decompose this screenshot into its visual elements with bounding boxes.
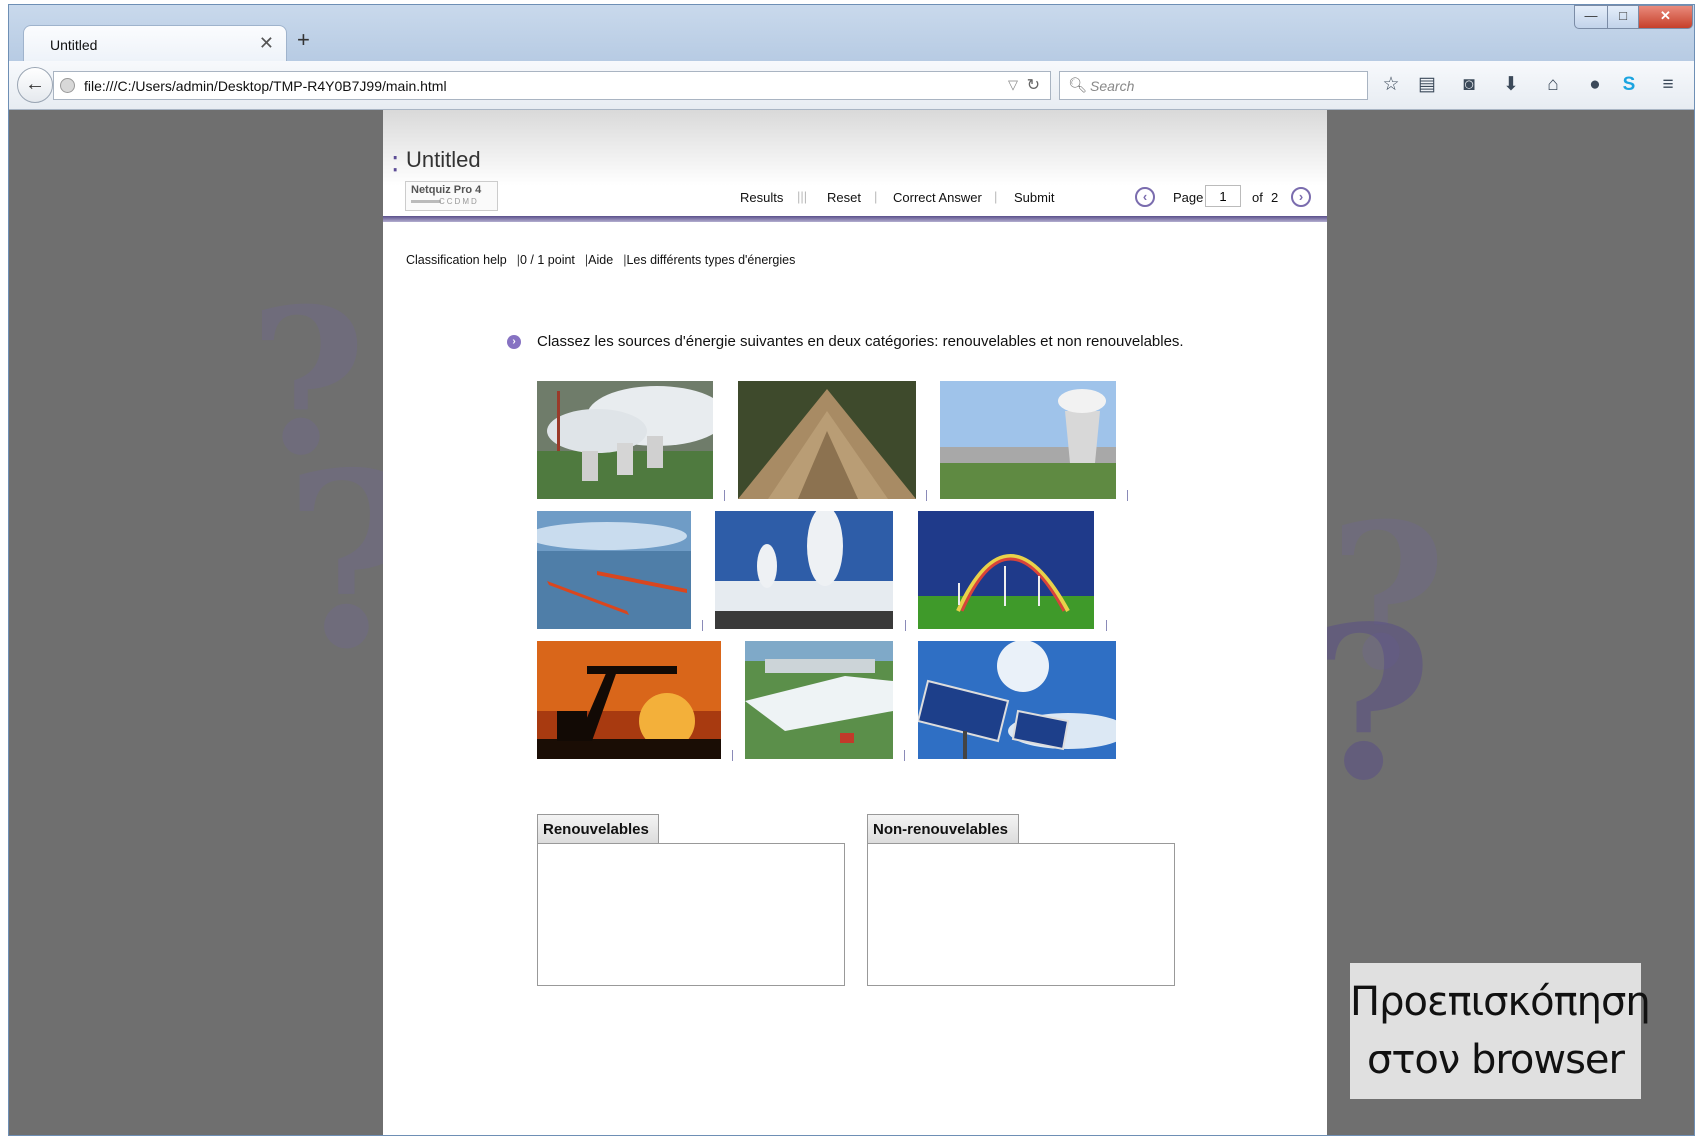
menu-icon[interactable]: ≡ [1654, 72, 1682, 98]
aide-link[interactable]: Aide [588, 253, 613, 267]
search-input[interactable]: 🔍︎ Search [1059, 71, 1368, 100]
chat-icon[interactable]: ● [1581, 72, 1609, 98]
drop-marker [702, 620, 703, 631]
quiz-title: Untitled [406, 147, 481, 172]
maximize-button[interactable]: □ [1607, 5, 1639, 29]
page-number-input[interactable] [1205, 185, 1241, 207]
header-divider [383, 216, 1327, 222]
download-icon[interactable]: ⬇ [1497, 72, 1525, 98]
drop-marker [732, 750, 733, 761]
drop-marker [724, 490, 725, 501]
new-tab-icon[interactable]: + [297, 27, 310, 53]
energy-types-link[interactable]: Les différents types d'énergies [626, 253, 795, 267]
caption-line-1: Προεπισκόπηση [1350, 979, 1651, 1025]
pocket-icon[interactable]: ◙ [1455, 72, 1483, 98]
url-text[interactable]: file:///C:/Users/admin/Desktop/TMP-R4Y0B… [84, 78, 447, 94]
image-oil-pump[interactable] [537, 641, 721, 759]
netquiz-logo: Netquiz Pro 4 CCDMD [405, 181, 498, 211]
image-solar-panels[interactable] [918, 641, 1116, 759]
info-bar: Classification help |0 / 1 point |Aide |Les… [406, 253, 795, 267]
image-coal-power-plant[interactable] [537, 381, 713, 499]
caption-line-2: στον browser [1366, 1037, 1625, 1083]
image-geothermal[interactable] [715, 511, 893, 629]
score-text: 0 / 1 point [520, 253, 575, 267]
drop-marker [926, 490, 927, 501]
close-window-button[interactable]: ✕ [1638, 5, 1693, 29]
next-page-icon[interactable]: › [1291, 187, 1311, 207]
reset-link[interactable]: Reset [827, 190, 861, 205]
classification-help-link[interactable]: Classification help [406, 253, 507, 267]
drop-marker [904, 750, 905, 761]
renouvelables-tab: Renouvelables [537, 814, 659, 843]
image-hydro-dam[interactable] [745, 641, 893, 759]
search-icon: 🔍︎ [1068, 77, 1088, 94]
title-bullet-icon: ⁚ [392, 154, 399, 176]
quiz-page: ⁚ Untitled Netquiz Pro 4 CCDMD Results |… [383, 110, 1327, 1135]
browser-tab[interactable]: Untitled ✕ [23, 25, 287, 61]
separator: | [994, 189, 998, 204]
correct-answer-link[interactable]: Correct Answer [893, 190, 982, 205]
logo-subtext: CCDMD [439, 197, 479, 206]
drop-marker [1127, 490, 1128, 501]
drop-marker [1106, 620, 1107, 631]
back-button[interactable]: ← [17, 67, 53, 103]
home-icon[interactable]: ⌂ [1539, 72, 1567, 98]
results-link[interactable]: Results [740, 190, 783, 205]
separator: ||| [797, 189, 808, 204]
title-bar: Untitled ✕ + — □ ✕ [9, 5, 1694, 61]
skype-icon[interactable]: S [1615, 72, 1643, 98]
star-icon[interactable]: ☆ [1377, 72, 1405, 98]
image-wood-chips[interactable] [738, 381, 916, 499]
site-identity-icon[interactable] [60, 78, 75, 93]
logo-bar [411, 200, 441, 203]
drop-marker [905, 620, 906, 631]
reload-icon[interactable]: ↻ [1027, 75, 1040, 95]
navigation-bar: ← file:///C:/Users/admin/Desktop/TMP-R4Y… [9, 61, 1694, 110]
image-wind-turbines-rainbow[interactable] [918, 511, 1094, 629]
non-renouvelables-tab: Non-renouvelables [867, 814, 1019, 843]
question-arrow-icon: › [507, 335, 521, 349]
page-total: 2 [1271, 190, 1279, 205]
preview-caption: Προεπισκόπηση στον browser [1350, 963, 1651, 1099]
image-wave-energy[interactable] [537, 511, 691, 629]
minimize-button[interactable]: — [1574, 5, 1608, 29]
submit-link[interactable]: Submit [1014, 190, 1054, 205]
url-bar[interactable]: file:///C:/Users/admin/Desktop/TMP-R4Y0B… [53, 71, 1051, 100]
non-renouvelables-drop-zone[interactable] [867, 843, 1175, 986]
of-label: of [1252, 190, 1263, 205]
quiz-header: ⁚ Untitled Netquiz Pro 4 CCDMD Results |… [383, 110, 1327, 218]
renouvelables-drop-zone[interactable] [537, 843, 845, 986]
reading-list-icon[interactable]: ▤ [1413, 72, 1441, 98]
question-text: Classez les sources d'énergie suivantes … [537, 333, 1184, 350]
page-label: Page [1173, 190, 1204, 205]
tab-title: Untitled [50, 37, 98, 53]
back-arrow-icon: ← [25, 73, 45, 95]
search-placeholder: Search [1090, 78, 1135, 94]
question-mark-decoration: ? [1309, 580, 1433, 827]
history-dropdown-icon[interactable]: ▽ [1008, 77, 1018, 93]
separator: | [874, 189, 878, 204]
close-tab-icon[interactable]: ✕ [259, 33, 274, 54]
image-nuclear-plant[interactable] [940, 381, 1116, 499]
logo-text: Netquiz Pro 4 [411, 184, 482, 196]
previous-page-icon[interactable]: ‹ [1135, 187, 1155, 207]
